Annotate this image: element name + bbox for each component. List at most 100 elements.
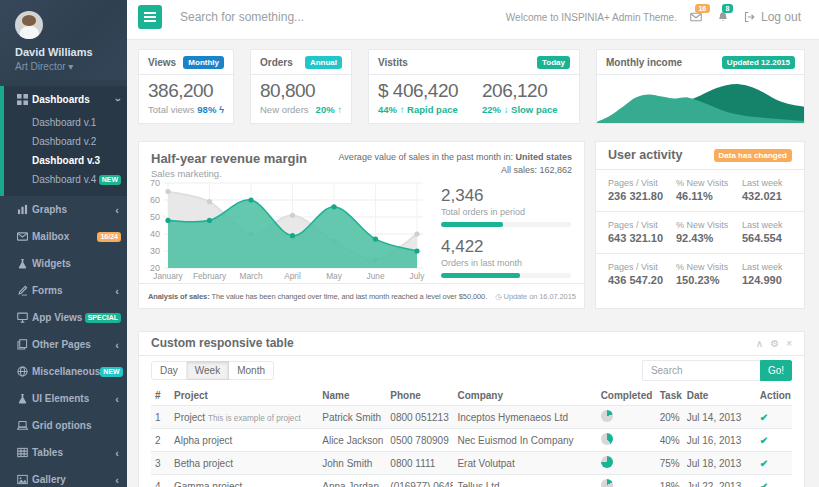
- globe-icon: [17, 366, 32, 377]
- search-input[interactable]: [180, 10, 400, 24]
- orders-month-value: 4,422: [441, 237, 571, 257]
- sidebar-item-dashboards[interactable]: Dashboards‹: [4, 86, 127, 113]
- bar-chart-icon: [17, 204, 32, 215]
- table-row[interactable]: 4Gamma projectAnna Jordan(016977) 0648Te…: [151, 475, 792, 487]
- notifications-button[interactable]: 8: [717, 11, 729, 23]
- grid-icon: [17, 94, 32, 105]
- main-content: ViewsMonthly 386,200 Total views98% ϟ Or…: [127, 41, 819, 487]
- sidebar-item-miscellaneous[interactable]: MiscellaneousNEW: [0, 358, 127, 385]
- close-icon[interactable]: ×: [786, 338, 792, 349]
- sidebar-item-mailbox[interactable]: Mailbox16/24: [0, 223, 127, 250]
- menu-toggle-button[interactable]: [138, 5, 162, 29]
- welcome-text: Welcome to INSPINIA+ Admin Theme.: [506, 12, 677, 23]
- range-filter-group: DayWeekMonth: [151, 361, 274, 380]
- user-role[interactable]: Art Director ▾: [15, 61, 127, 72]
- table-search-input[interactable]: [642, 360, 760, 381]
- check-icon: ✔: [760, 481, 768, 487]
- go-button[interactable]: Go!: [760, 360, 792, 381]
- svg-text:July: July: [410, 271, 426, 281]
- orders-delta: 20% ↑: [316, 104, 342, 115]
- level-up-icon: ↑: [337, 104, 342, 115]
- dashboard-page: David Williams Art Director ▾ Dashboards…: [0, 0, 819, 487]
- messages-button[interactable]: 16: [690, 11, 702, 23]
- orders-period-progress: [441, 222, 571, 227]
- filter-button-day[interactable]: Day: [151, 361, 187, 380]
- orders-month-progress: [441, 273, 571, 278]
- sidebar-item-dashboard-v-3[interactable]: Dashboard v.3: [4, 151, 127, 170]
- data-changed-badge: Data has changed: [714, 149, 792, 162]
- sidebar-item-gallery[interactable]: Gallery‹: [0, 466, 127, 487]
- user-activity-panel: User activity Data has changed Pages / V…: [595, 141, 805, 309]
- revenue-area-chart: 203040506070JanuaryFebruaryMarchAprilMay…: [145, 178, 445, 282]
- monthly-income-card: Monthly incomeUpdated 12.2015: [596, 49, 805, 124]
- wrench-icon[interactable]: ⚙: [770, 338, 779, 349]
- files-icon: [17, 339, 32, 350]
- sidebar-item-other-pages[interactable]: Other Pages‹: [0, 331, 127, 358]
- sidebar-item-tables[interactable]: Tables‹: [0, 439, 127, 466]
- level-down-icon: ↓: [504, 104, 509, 115]
- filter-button-month[interactable]: Month: [229, 361, 274, 380]
- column-header-action: Action: [756, 387, 792, 406]
- chevron-down-icon: ‹: [111, 98, 123, 102]
- orders-period-value: 2,346: [441, 186, 571, 206]
- visits-col-1: $ 406,420 44% ↑ Rapid pace: [378, 80, 458, 115]
- svg-text:50: 50: [150, 212, 160, 222]
- column-header-completed: Completed: [597, 387, 656, 406]
- svg-text:70: 70: [150, 178, 160, 188]
- envelope-icon: [17, 231, 32, 242]
- sidebar: David Williams Art Director ▾ Dashboards…: [0, 0, 127, 487]
- column-header-task: Task: [656, 387, 683, 406]
- sidebar-item-graphs[interactable]: Graphs‹: [0, 196, 127, 223]
- filter-button-week[interactable]: Week: [187, 361, 229, 380]
- table-row[interactable]: 1Project This is example of projectPatri…: [151, 406, 792, 429]
- chevron-left-icon: ‹: [115, 285, 119, 297]
- chevron-left-icon: ‹: [115, 393, 119, 405]
- completed-pie-icon: [601, 479, 613, 487]
- user-name: David Williams: [15, 46, 127, 58]
- column-header-name: Name: [318, 387, 386, 406]
- check-icon: ✔: [760, 458, 768, 469]
- views-label: Total views: [148, 104, 194, 115]
- updated-badge: Updated 12.2015: [722, 56, 795, 69]
- sidebar-item-app-views[interactable]: App ViewsSPECIAL: [0, 304, 127, 331]
- flask-icon: [17, 258, 32, 269]
- clock-icon: ◷: [495, 292, 501, 301]
- svg-text:May: May: [326, 271, 343, 281]
- activity-row: Pages / Visit236 321.80 % New Visits46.1…: [596, 170, 804, 212]
- income-area-chart: [597, 75, 804, 123]
- sidebar-item-dashboard-v-1[interactable]: Dashboard v.1: [4, 113, 127, 132]
- top-navbar: Welcome to INSPINIA+ Admin Theme. 16 8 L…: [127, 0, 819, 40]
- sidebar-item-dashboard-v-2[interactable]: Dashboard v.2: [4, 132, 127, 151]
- sidebar-item-dashboard-v-4[interactable]: Dashboard v.4NEW: [4, 170, 127, 189]
- svg-text:April: April: [284, 271, 301, 281]
- sidebar-item-ui-elements[interactable]: UI Elements‹: [0, 385, 127, 412]
- sidebar-item-grid-options[interactable]: Grid options: [0, 412, 127, 439]
- card-title: Vistits: [378, 57, 408, 68]
- panel-title: User activity: [608, 148, 682, 162]
- sidebar-item-widgets[interactable]: Widgets: [0, 250, 127, 277]
- collapse-icon[interactable]: ∧: [756, 338, 763, 349]
- chevron-left-icon: ‹: [115, 447, 119, 459]
- check-icon: ✔: [760, 435, 768, 446]
- side-menu: Dashboards‹Dashboard v.1Dashboard v.2Das…: [0, 86, 127, 487]
- avatar[interactable]: [15, 11, 43, 39]
- sidebar-item-forms[interactable]: Forms‹: [0, 277, 127, 304]
- update-text: ◷ Update on 16.07.2015: [495, 292, 576, 301]
- table-row[interactable]: 3Betha projectJohn Smith0800 1111Erat Vo…: [151, 452, 792, 475]
- monthly-badge: Monthly: [183, 56, 224, 69]
- logout-button[interactable]: Log out: [744, 10, 801, 24]
- panel-title: Half-year revenue margin: [151, 151, 307, 166]
- flask-icon: [17, 393, 32, 404]
- chevron-left-icon: ‹: [115, 339, 119, 351]
- column-header-phone: Phone: [386, 387, 453, 406]
- svg-text:June: June: [367, 271, 385, 281]
- visits-col-2: 206,120 22% ↓ Slow pace: [482, 80, 558, 115]
- orders-label: New orders: [260, 104, 309, 115]
- check-icon: ✔: [760, 412, 768, 423]
- table-row[interactable]: 2Alpha projectAlice Jackson0500 780909Ne…: [151, 429, 792, 452]
- orders-month-label: Orders in last month: [441, 258, 571, 268]
- svg-text:March: March: [239, 271, 262, 281]
- image-icon: [17, 474, 32, 485]
- annual-badge: Annual: [305, 56, 342, 69]
- svg-text:30: 30: [150, 246, 160, 256]
